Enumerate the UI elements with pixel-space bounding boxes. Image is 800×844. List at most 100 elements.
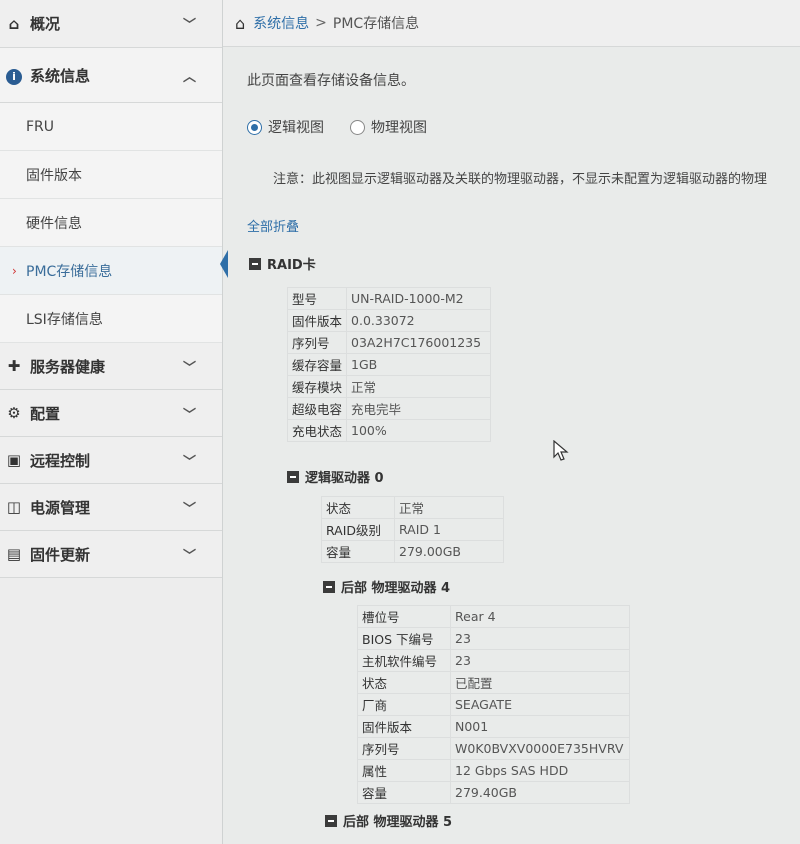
row-key: 型号: [286, 287, 348, 310]
row-value: 正常: [394, 496, 504, 519]
chevron-down-icon: ﹀: [182, 548, 196, 564]
radio-checked-icon: [247, 119, 262, 135]
chevron-down-icon: ﹀: [182, 360, 196, 376]
physical-view-radio[interactable]: 物理视图: [350, 117, 427, 137]
row-key: 状态: [321, 496, 395, 519]
sidebar-group-remote-control[interactable]: ▣ 远程控制 ﹀: [0, 437, 222, 484]
logical-drive-table: 状态 正常 RAID级别 RAID 1 容量 279.00GB: [321, 496, 504, 563]
sidebar-group-power[interactable]: ◫ 电源管理 ﹀: [0, 484, 222, 531]
raid-card-header[interactable]: RAID卡: [249, 254, 316, 273]
firmware-icon: ▤: [6, 545, 22, 563]
physical-drive-4-header[interactable]: 后部 物理驱动器 4: [323, 577, 450, 596]
collapse-all-link[interactable]: 全部折叠: [247, 216, 299, 235]
power-icon: ◫: [6, 498, 22, 516]
page-description: 此页面查看存储设备信息。: [247, 73, 415, 89]
table-row: 序列号 W0K0BVXV0000E735HVRV: [357, 737, 630, 760]
chevron-down-icon: ﹀: [182, 407, 196, 423]
section-title: RAID卡: [267, 258, 316, 273]
row-key: 序列号: [286, 331, 348, 354]
table-row: 型号 UN-RAID-1000-M2: [286, 287, 492, 310]
radio-label: 物理视图: [371, 120, 427, 136]
row-value: 1GB: [346, 353, 492, 376]
sidebar-item-label: PMC存储信息: [26, 263, 113, 280]
sidebar-item-hardware-info[interactable]: 硬件信息: [0, 199, 222, 247]
row-key: 槽位号: [357, 605, 451, 628]
main-content: ⌂ 系统信息 > PMC存储信息 此页面查看存储设备信息。 逻辑视图 物理视图 …: [223, 0, 800, 844]
breadcrumb-parent[interactable]: 系统信息: [253, 13, 309, 33]
table-row: 厂商 SEAGATE: [357, 693, 630, 716]
sidebar-item-lsi-storage[interactable]: LSI存储信息: [0, 295, 222, 343]
radio-label: 逻辑视图: [268, 120, 324, 136]
monitor-icon: ▣: [6, 451, 22, 469]
row-value: 0.0.33072: [346, 309, 492, 332]
raid-card-table: 型号 UN-RAID-1000-M2 固件版本 0.0.33072 序列号 03A2H…: [286, 287, 492, 442]
sidebar-item-firmware-version[interactable]: 固件版本: [0, 151, 222, 199]
row-key: 属性: [357, 759, 451, 782]
info-icon: i: [4, 66, 24, 85]
section-title: 逻辑驱动器 0: [305, 471, 384, 486]
row-value: 03A2H7C176001235: [346, 331, 492, 354]
chevron-down-icon: ﹀: [182, 501, 196, 517]
sidebar-group-label: 系统信息: [30, 66, 91, 85]
row-key: 厂商: [357, 693, 451, 716]
table-row: 缓存模块 正常: [286, 375, 492, 398]
row-value: RAID 1: [394, 518, 504, 541]
logical-view-radio[interactable]: 逻辑视图: [247, 117, 324, 137]
physical-drive-4-table: 槽位号 Rear 4 BIOS 下编号 23 主机软件编号 23 状态 已配置 厂商 SE…: [357, 605, 630, 804]
collapse-icon[interactable]: [249, 257, 261, 270]
table-row: 固件版本 0.0.33072: [286, 309, 492, 332]
section-title: 后部 物理驱动器 4: [341, 581, 451, 596]
sidebar-group-label: 服务器健康: [30, 357, 106, 376]
logical-drive-header[interactable]: 逻辑驱动器 0: [287, 467, 384, 486]
collapse-icon[interactable]: [325, 814, 337, 827]
collapse-icon[interactable]: [287, 470, 299, 483]
row-key: 充电状态: [286, 419, 348, 442]
row-value: 100%: [346, 419, 492, 442]
physical-drive-5-header[interactable]: 后部 物理驱动器 5: [325, 811, 452, 830]
row-value: Rear 4: [450, 605, 630, 628]
chevron-down-icon: ﹀: [182, 18, 196, 33]
row-value: 充电完毕: [346, 397, 492, 420]
row-key: 固件版本: [357, 715, 451, 738]
sidebar-item-label: 硬件信息: [26, 215, 82, 232]
table-row: 属性 12 Gbps SAS HDD: [357, 759, 630, 782]
sidebar-item-pmc-storage[interactable]: › PMC存储信息: [0, 247, 222, 295]
mouse-cursor-icon: [553, 440, 569, 461]
row-value: 正常: [346, 375, 492, 398]
chevron-up-icon: ︿: [182, 69, 196, 85]
row-value: 23: [450, 649, 630, 672]
chevron-right-icon: ›: [12, 263, 17, 278]
table-row: 充电状态 100%: [286, 419, 492, 442]
sidebar-group-overview[interactable]: ⌂ 概况 ﹀: [0, 0, 222, 48]
sidebar-group-label: 概况: [30, 15, 61, 33]
table-row: 槽位号 Rear 4: [357, 605, 630, 628]
view-selector: 逻辑视图 物理视图: [247, 117, 453, 137]
sidebar-group-server-health[interactable]: ✚ 服务器健康 ﹀: [0, 343, 222, 390]
sidebar-item-fru[interactable]: FRU: [0, 103, 222, 151]
row-value: 279.40GB: [450, 781, 630, 804]
row-value: 12 Gbps SAS HDD: [450, 759, 630, 782]
home-icon[interactable]: ⌂: [235, 14, 245, 33]
table-row: 固件版本 N001: [357, 715, 630, 738]
sidebar-group-label: 配置: [30, 404, 61, 423]
row-value: 279.00GB: [394, 540, 504, 563]
table-row: 序列号 03A2H7C176001235: [286, 331, 492, 354]
row-key: 缓存容量: [286, 353, 348, 376]
row-key: 超级电容: [286, 397, 348, 420]
row-key: BIOS 下编号: [357, 627, 451, 650]
sidebar: ⌂ 概况 ﹀ i 系统信息 ︿ FRU 固件版本 硬件信息 › PMC存储信息 …: [0, 0, 228, 844]
breadcrumb: ⌂ 系统信息 > PMC存储信息: [223, 0, 800, 47]
sidebar-item-label: 固件版本: [26, 167, 82, 184]
row-key: 容量: [321, 540, 395, 563]
sidebar-item-label: LSI存储信息: [26, 311, 103, 328]
radio-unchecked-icon: [350, 119, 365, 135]
home-icon: ⌂: [8, 14, 20, 33]
sidebar-group-system-info[interactable]: i 系统信息 ︿: [0, 48, 222, 103]
collapse-icon[interactable]: [323, 580, 335, 593]
view-note: 注意：此视图显示逻辑驱动器及关联的物理驱动器，不显示未配置为逻辑驱动器的物理: [273, 172, 768, 187]
row-key: 容量: [357, 781, 451, 804]
row-key: 主机软件编号: [357, 649, 451, 672]
sidebar-group-config[interactable]: ⚙ 配置 ﹀: [0, 390, 222, 437]
section-title: 后部 物理驱动器 5: [343, 815, 453, 830]
sidebar-group-firmware-update[interactable]: ▤ 固件更新 ﹀: [0, 531, 222, 578]
